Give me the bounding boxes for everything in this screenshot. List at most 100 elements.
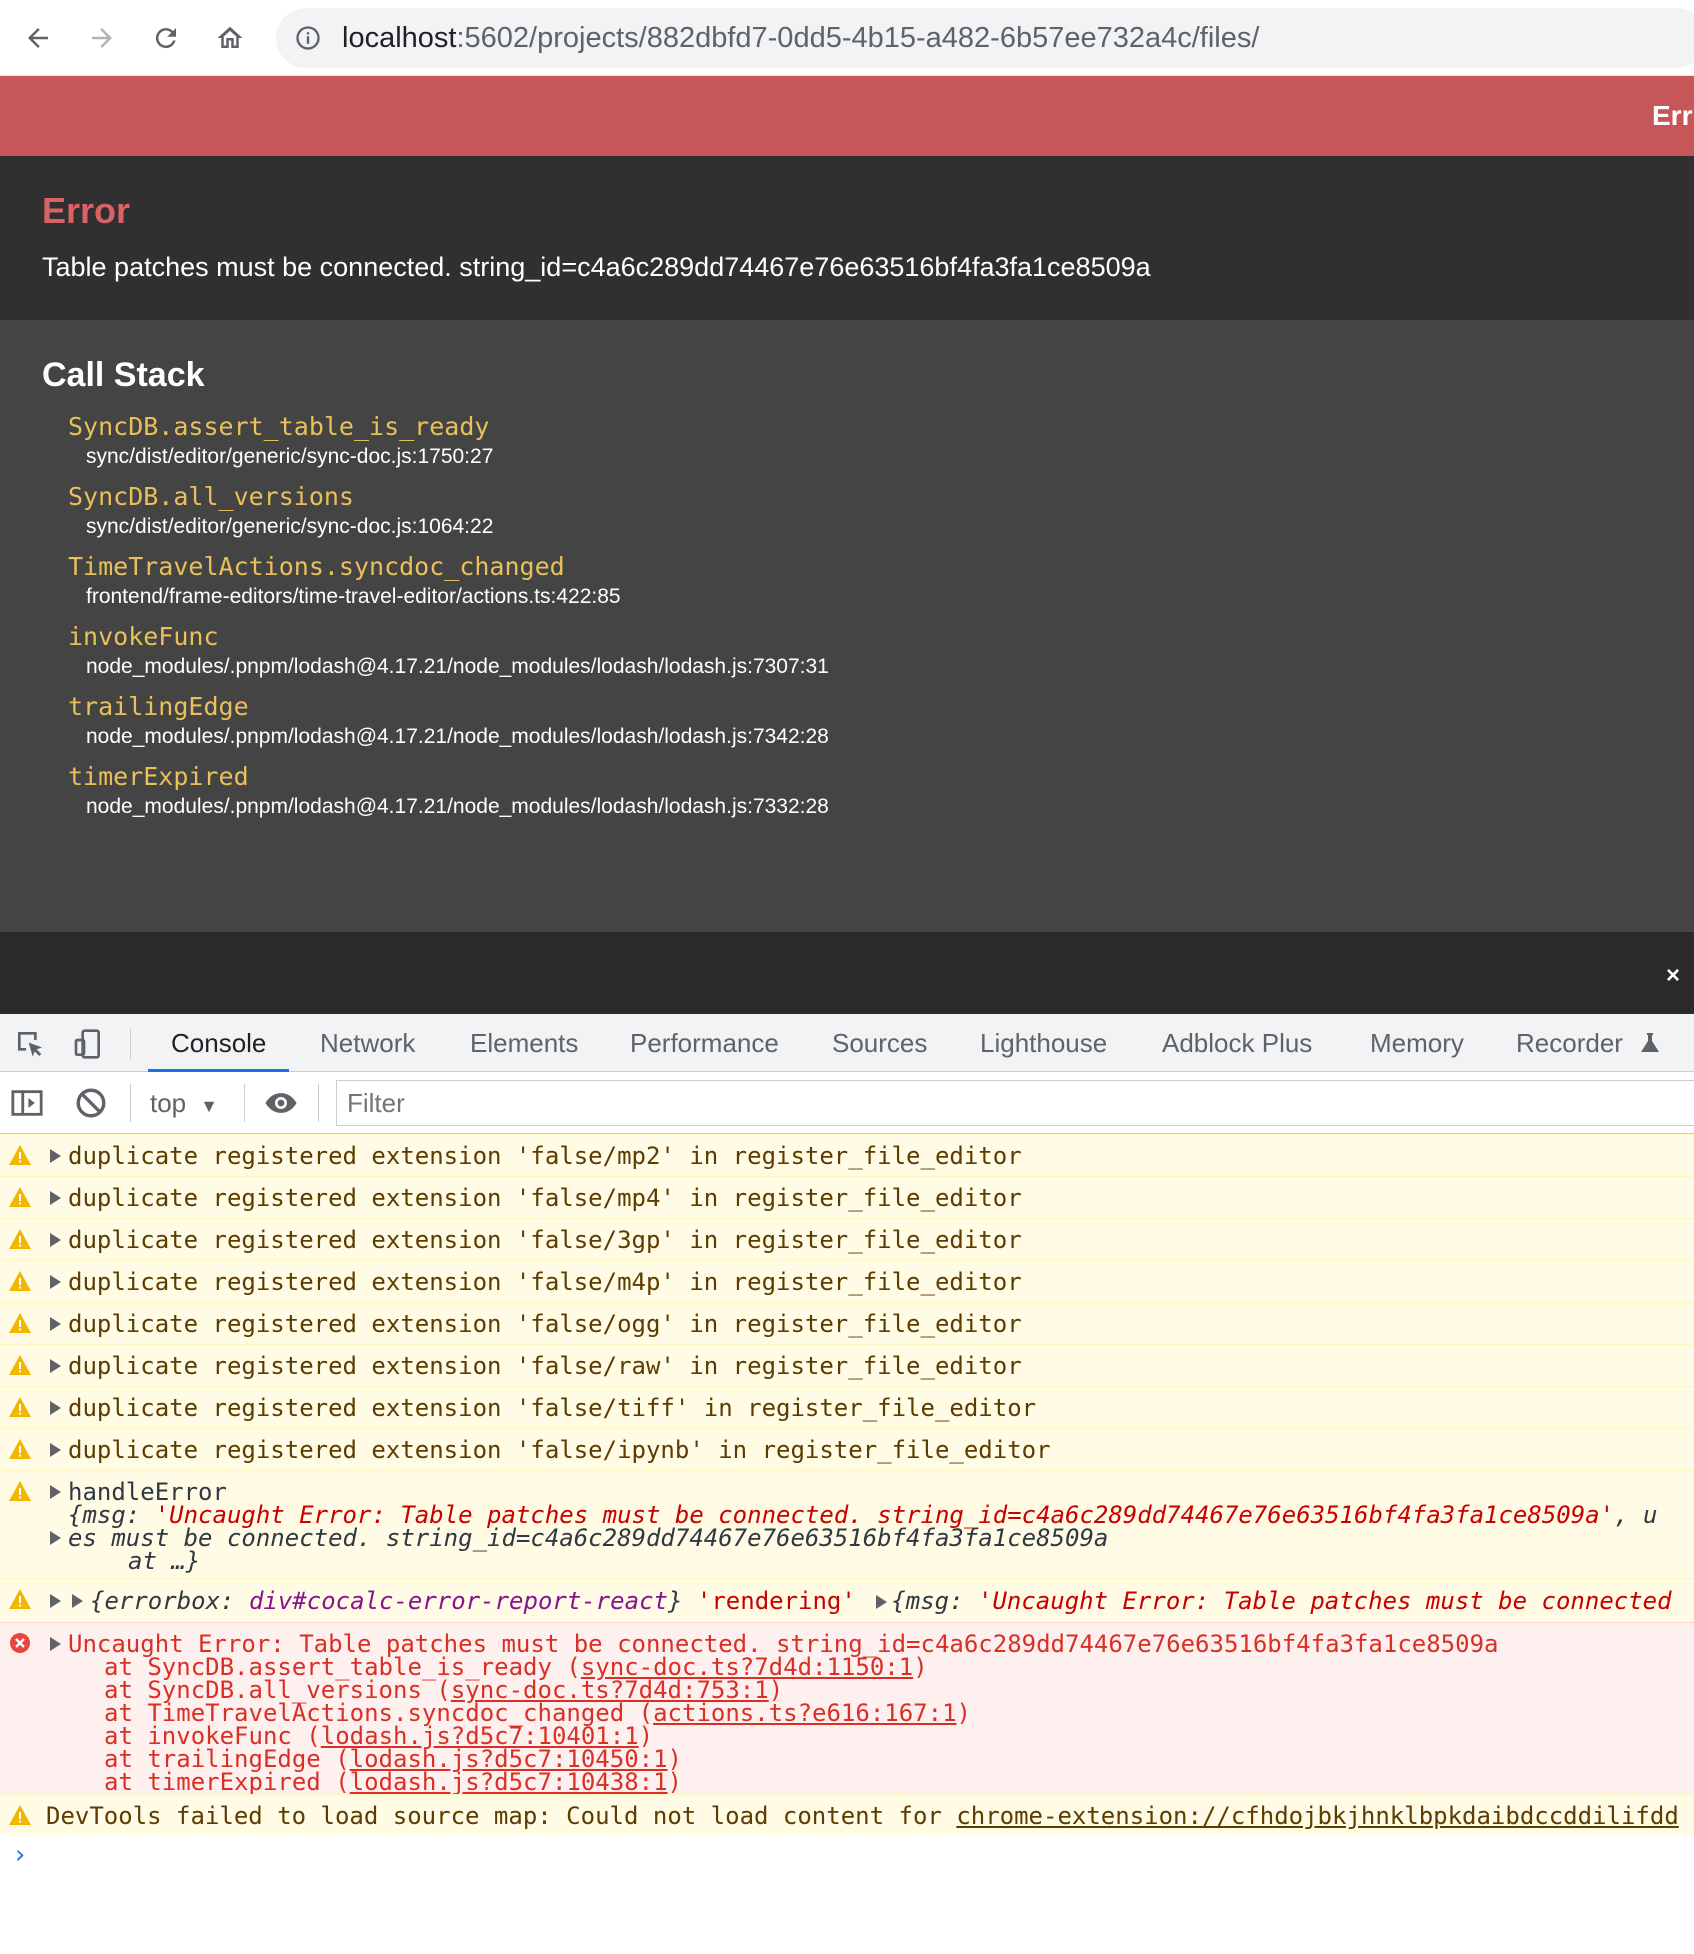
warning-icon <box>9 1589 31 1609</box>
expand-triangle-icon[interactable] <box>50 1531 61 1545</box>
toolbar-divider <box>130 1028 131 1060</box>
console-message-text: duplicate registered extension 'false/ip… <box>68 1436 1051 1464</box>
back-arrow-icon[interactable] <box>16 16 60 60</box>
expand-triangle-icon[interactable] <box>876 1595 888 1609</box>
tab-elements[interactable]: Elements <box>470 1014 578 1072</box>
call-stack-panel: Call Stack SyncDB.assert_table_is_ready … <box>0 320 1694 932</box>
console-warning-handle-error: handleError {msg: 'Uncaught Error: Table… <box>0 1470 1694 1578</box>
handle-error-stack-line: es must be connected. string_id=c4a6c289… <box>68 1524 1109 1552</box>
error-icon <box>10 1633 30 1653</box>
devtools-panel: Console Network Elements Performance Sou… <box>0 1014 1694 1954</box>
dropdown-caret-icon: ▼ <box>200 1096 218 1116</box>
console-warning-rendering: {errorbox: div#cocalc-error-report-react… <box>0 1578 1694 1622</box>
inspect-element-icon[interactable] <box>14 1028 46 1060</box>
tab-recorder[interactable]: Recorder <box>1516 1014 1659 1072</box>
console-prompt-row[interactable]: › <box>0 1836 1694 1876</box>
expand-triangle-icon[interactable] <box>50 1233 61 1247</box>
source-link[interactable]: actions.ts?e616:167:1 <box>653 1699 956 1727</box>
stack-frame: TimeTravelActions.syncdoc_changed fronte… <box>68 552 621 610</box>
expand-triangle-icon[interactable] <box>50 1401 61 1415</box>
expand-triangle-icon[interactable] <box>50 1594 61 1608</box>
device-toolbar-icon[interactable] <box>72 1028 104 1060</box>
errorbox-value: div#cocalc-error-report-react <box>248 1587 668 1615</box>
error-message: Table patches must be connected. string_… <box>42 252 1151 282</box>
expand-triangle-icon[interactable] <box>50 1359 61 1373</box>
expand-triangle-icon[interactable] <box>50 1485 61 1499</box>
eye-icon[interactable] <box>264 1086 298 1120</box>
stack-frame: invokeFunc node_modules/.pnpm/lodash@4.1… <box>68 622 829 680</box>
toolbar-divider <box>318 1084 319 1122</box>
experiment-flask-icon <box>1641 1033 1659 1052</box>
tab-recorder-label: Recorder <box>1516 1028 1623 1058</box>
console-warning: duplicate registered extension 'false/og… <box>0 1302 1694 1344</box>
filter-input[interactable] <box>336 1080 1694 1126</box>
console-warning: duplicate registered extension 'false/m4… <box>0 1260 1694 1302</box>
expand-triangle-icon[interactable] <box>50 1317 61 1331</box>
tab-console[interactable]: Console <box>148 1014 290 1072</box>
close-icon[interactable]: × <box>1666 962 1680 990</box>
stack-frame-location: sync/dist/editor/generic/sync-doc.js:175… <box>86 445 494 468</box>
stack-frame-location: sync/dist/editor/generic/sync-doc.js:106… <box>86 515 494 538</box>
tab-performance[interactable]: Performance <box>630 1014 779 1072</box>
reload-icon[interactable] <box>144 16 188 60</box>
expand-triangle-icon[interactable] <box>50 1149 61 1163</box>
stack-frame-location: frontend/frame-editors/time-travel-edito… <box>86 585 621 608</box>
warning-icon <box>9 1805 31 1825</box>
expand-triangle-icon[interactable] <box>50 1637 61 1651</box>
warning-icon <box>9 1397 31 1417</box>
console-error: Uncaught Error: Table patches must be co… <box>0 1622 1694 1794</box>
warning-icon <box>9 1145 31 1165</box>
console-message-text: duplicate registered extension 'false/og… <box>68 1310 1022 1338</box>
url-host: localhost <box>342 22 457 54</box>
console-warning-sourcemap: DevTools failed to load source map: Coul… <box>0 1794 1694 1836</box>
url-text[interactable]: localhost:5602/projects/882dbfd7-0dd5-4b… <box>342 22 1259 55</box>
context-selector-value: top <box>150 1088 187 1118</box>
console-warning: duplicate registered extension 'false/ti… <box>0 1386 1694 1428</box>
source-link[interactable]: lodash.js?d5c7:10438:1 <box>350 1768 668 1794</box>
console-warning: duplicate registered extension 'false/ip… <box>0 1428 1694 1470</box>
object-tail: , u <box>1614 1501 1658 1529</box>
tab-lighthouse[interactable]: Lighthouse <box>980 1014 1107 1072</box>
tab-sources[interactable]: Sources <box>832 1014 927 1072</box>
address-bar[interactable]: localhost:5602/projects/882dbfd7-0dd5-4b… <box>276 8 1694 68</box>
error-banner: Err <box>0 76 1694 156</box>
errorbox-close: } <box>667 1587 683 1615</box>
expand-triangle-icon[interactable] <box>72 1594 83 1608</box>
errorbox-key: {errorbox: <box>90 1587 249 1615</box>
home-icon[interactable] <box>208 16 252 60</box>
handle-error-more: at …} <box>128 1547 201 1575</box>
error-title: Error <box>42 190 131 231</box>
tab-memory[interactable]: Memory <box>1370 1014 1464 1072</box>
call-stack-title: Call Stack <box>42 356 205 394</box>
info-icon[interactable] <box>294 24 322 52</box>
stack-frame: SyncDB.all_versions sync/dist/editor/gen… <box>68 482 493 540</box>
forward-arrow-icon[interactable] <box>80 16 124 60</box>
console-message-text: duplicate registered extension 'false/m4… <box>68 1268 1022 1296</box>
expand-triangle-icon[interactable] <box>50 1275 61 1289</box>
console-prompt-icon: › <box>12 1840 28 1870</box>
error-footer: × <box>0 932 1694 1014</box>
console-warning: duplicate registered extension 'false/ra… <box>0 1344 1694 1386</box>
clear-console-icon[interactable] <box>74 1086 108 1120</box>
stack-frame-function: timerExpired <box>68 762 249 791</box>
toolbar-divider <box>244 1084 245 1122</box>
expand-triangle-icon[interactable] <box>50 1191 61 1205</box>
warning-icon <box>9 1229 31 1249</box>
tab-network[interactable]: Network <box>320 1014 415 1072</box>
stack-frame-function: invokeFunc <box>68 622 219 651</box>
sourcemap-warning-text: DevTools failed to load source map: Coul… <box>46 1802 1679 1830</box>
context-selector[interactable]: top ▼ <box>150 1088 218 1119</box>
warning-icon <box>9 1313 31 1333</box>
tab-adblock-plus[interactable]: Adblock Plus <box>1162 1014 1312 1072</box>
warning-icon <box>9 1187 31 1207</box>
expand-triangle-icon[interactable] <box>50 1443 61 1457</box>
console-message-text: duplicate registered extension 'false/ti… <box>68 1394 1037 1422</box>
warning-icon <box>9 1481 31 1501</box>
stack-frame-location: node_modules/.pnpm/lodash@4.17.21/node_m… <box>86 795 829 818</box>
sidebar-toggle-icon[interactable] <box>10 1086 44 1120</box>
rendering-warning-text: {errorbox: div#cocalc-error-report-react… <box>90 1587 1672 1615</box>
sourcemap-link[interactable]: chrome-extension://cfhdojbkjhnklbpkdaibd… <box>956 1802 1678 1830</box>
console-filter-bar: top ▼ <box>0 1072 1694 1134</box>
rendering-string: 'rendering' <box>696 1587 856 1615</box>
banner-text: Err <box>1652 100 1693 131</box>
